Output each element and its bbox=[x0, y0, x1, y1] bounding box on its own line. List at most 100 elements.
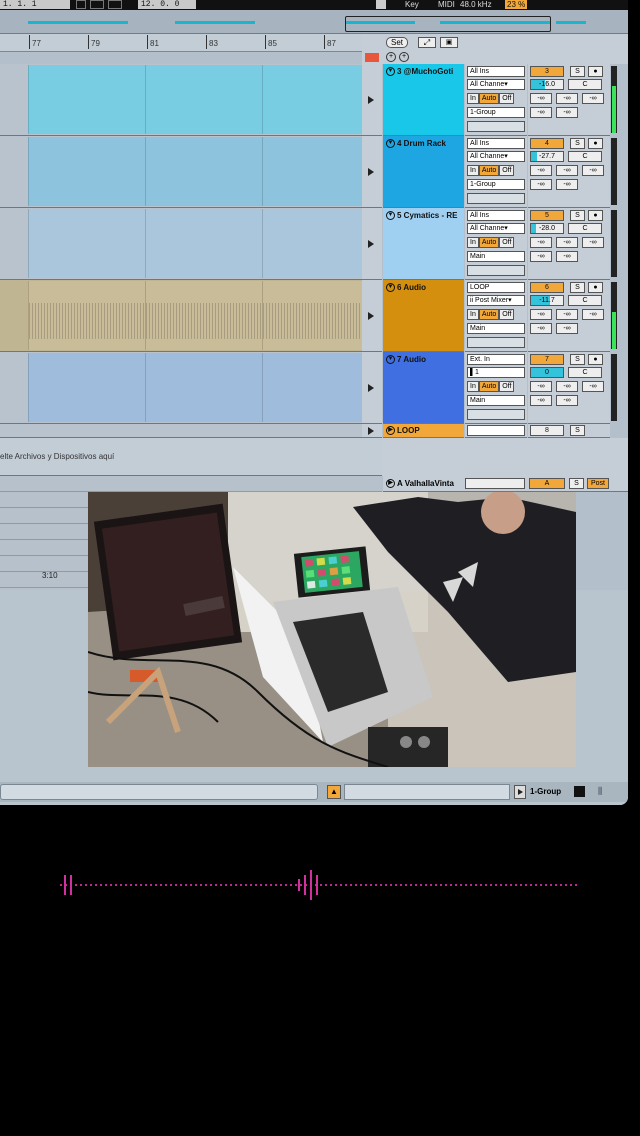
loop-track-header[interactable]: ▶ LOOP bbox=[383, 424, 464, 438]
return-solo-button[interactable]: S bbox=[569, 478, 584, 489]
drop-area[interactable]: elte Archivos y Dispositivos aquí bbox=[0, 438, 382, 476]
arm-icon[interactable]: ● bbox=[588, 66, 603, 77]
post-button[interactable]: Post bbox=[587, 478, 609, 489]
monitor-in-button[interactable]: In bbox=[467, 381, 479, 392]
output-select[interactable]: Main bbox=[467, 251, 525, 262]
send-c-field[interactable]: -∞ bbox=[582, 237, 604, 248]
monitor-in-button[interactable]: In bbox=[467, 93, 479, 104]
input-channel-select[interactable]: All Channe▾ bbox=[467, 79, 525, 90]
loop-length[interactable]: 12. 0. 0 bbox=[138, 0, 196, 9]
input-type-select[interactable]: All Ins bbox=[467, 210, 525, 221]
punch-icon[interactable] bbox=[90, 0, 104, 9]
arrangement-lane[interactable] bbox=[0, 136, 362, 208]
loop-start-icon[interactable] bbox=[76, 0, 86, 9]
input-channel-select[interactable]: ii Post Mixer▾ bbox=[467, 295, 525, 306]
arrangement-clip[interactable] bbox=[262, 137, 362, 206]
send-a-field[interactable]: -∞ bbox=[530, 381, 552, 392]
arm-icon[interactable]: ● bbox=[588, 282, 603, 293]
return-activator[interactable]: A bbox=[529, 478, 565, 489]
arrangement-lane[interactable] bbox=[0, 208, 362, 280]
monitor-off-button[interactable]: Off bbox=[499, 309, 515, 320]
input-type-select[interactable]: LOOP bbox=[467, 282, 525, 293]
arm-icon[interactable]: ● bbox=[588, 138, 603, 149]
output-channel-select[interactable] bbox=[467, 121, 525, 132]
input-channel-select[interactable]: All Channe▾ bbox=[467, 223, 525, 234]
track-activator-button[interactable]: 5 bbox=[530, 210, 564, 221]
fold-icon[interactable]: ▼ bbox=[386, 139, 395, 148]
monitor-in-button[interactable]: In bbox=[467, 237, 479, 248]
automation-arm-icon[interactable] bbox=[365, 53, 379, 62]
pan-field[interactable]: C bbox=[568, 367, 602, 378]
send-c-field[interactable]: -∞ bbox=[582, 309, 604, 320]
play-icon[interactable] bbox=[368, 311, 374, 320]
output-select[interactable]: 1-Group bbox=[467, 179, 525, 190]
monitor-off-button[interactable]: Off bbox=[499, 381, 515, 392]
warning-icon[interactable]: ▲ bbox=[327, 785, 341, 799]
input-type-select[interactable]: Ext. In bbox=[467, 354, 525, 365]
track-activator-button[interactable]: 4 bbox=[530, 138, 564, 149]
send-b-field[interactable]: -∞ bbox=[556, 309, 578, 320]
monitor-off-button[interactable]: Off bbox=[499, 237, 515, 248]
play-group-icon[interactable] bbox=[514, 785, 526, 799]
fold-icon[interactable]: ▼ bbox=[386, 355, 395, 364]
fold-icon[interactable]: ▼ bbox=[386, 283, 395, 292]
punch-out-icon[interactable] bbox=[108, 0, 122, 9]
input-channel-select[interactable]: ▌1 bbox=[467, 367, 525, 378]
add-return-icon[interactable]: + bbox=[399, 52, 409, 62]
arrangement-clip[interactable] bbox=[145, 137, 262, 206]
lock-icon[interactable]: ▣ bbox=[440, 37, 458, 48]
set-button[interactable]: Set bbox=[386, 37, 408, 48]
arrangement-clip[interactable] bbox=[145, 65, 262, 134]
solo-button[interactable]: S bbox=[570, 354, 585, 365]
solo-button[interactable]: S bbox=[570, 66, 585, 77]
play-icon[interactable] bbox=[368, 167, 374, 176]
key-map-button[interactable]: Key bbox=[405, 0, 419, 9]
send-e-field[interactable]: -∞ bbox=[556, 395, 578, 406]
send-d-field[interactable]: -∞ bbox=[530, 251, 552, 262]
arrangement-clip[interactable] bbox=[28, 353, 145, 422]
send-c-field[interactable]: -∞ bbox=[582, 165, 604, 176]
loop-lane[interactable] bbox=[0, 424, 362, 438]
solo-button[interactable]: S bbox=[570, 282, 585, 293]
pan-field[interactable]: C bbox=[568, 223, 602, 234]
send-e-field[interactable]: -∞ bbox=[556, 179, 578, 190]
send-c-field[interactable]: -∞ bbox=[582, 93, 604, 104]
monitor-auto-button[interactable]: Auto bbox=[478, 309, 500, 320]
send-a-field[interactable]: -∞ bbox=[530, 93, 552, 104]
track-activator-button[interactable]: 3 bbox=[530, 66, 564, 77]
detail-scrollbar[interactable] bbox=[0, 784, 318, 800]
beat-time-ruler[interactable]: 77 79 81 83 85 87 bbox=[0, 34, 362, 52]
monitor-in-button[interactable]: In bbox=[467, 309, 479, 320]
send-b-field[interactable]: -∞ bbox=[556, 165, 578, 176]
send-c-field[interactable]: -∞ bbox=[582, 381, 604, 392]
send-e-field[interactable]: -∞ bbox=[556, 107, 578, 118]
arrangement-clip[interactable] bbox=[262, 209, 362, 278]
fold-icon[interactable]: ▶ bbox=[386, 426, 395, 435]
monitor-auto-button[interactable]: Auto bbox=[478, 93, 500, 104]
overview-viewport[interactable] bbox=[345, 16, 551, 32]
volume-field[interactable]: -11.7 bbox=[530, 295, 564, 306]
send-d-field[interactable]: -∞ bbox=[530, 395, 552, 406]
play-icon[interactable] bbox=[368, 383, 374, 392]
monitor-off-button[interactable]: Off bbox=[499, 165, 515, 176]
solo-button[interactable]: S bbox=[570, 138, 585, 149]
volume-field[interactable]: 0 bbox=[530, 367, 564, 378]
pan-field[interactable]: C bbox=[568, 79, 602, 90]
song-position[interactable]: 1. 1. 1 bbox=[0, 0, 70, 9]
fold-icon[interactable]: ▼ bbox=[386, 211, 395, 220]
output-channel-select[interactable] bbox=[467, 337, 525, 348]
arrangement-clip[interactable] bbox=[145, 353, 262, 422]
arrangement-lane[interactable] bbox=[0, 280, 362, 352]
send-a-field[interactable]: -∞ bbox=[530, 309, 552, 320]
arrangement-clip[interactable] bbox=[262, 353, 362, 422]
play-icon[interactable] bbox=[368, 239, 374, 248]
arrangement-clip[interactable] bbox=[145, 281, 262, 350]
send-d-field[interactable]: -∞ bbox=[530, 323, 552, 334]
add-track-icon[interactable]: + bbox=[386, 52, 396, 62]
play-icon[interactable] bbox=[368, 95, 374, 104]
output-channel-select[interactable] bbox=[467, 193, 525, 204]
loop-input-select[interactable] bbox=[467, 425, 525, 436]
arrangement-lane[interactable] bbox=[0, 352, 362, 424]
send-e-field[interactable]: -∞ bbox=[556, 323, 578, 334]
arm-icon[interactable]: ● bbox=[588, 354, 603, 365]
